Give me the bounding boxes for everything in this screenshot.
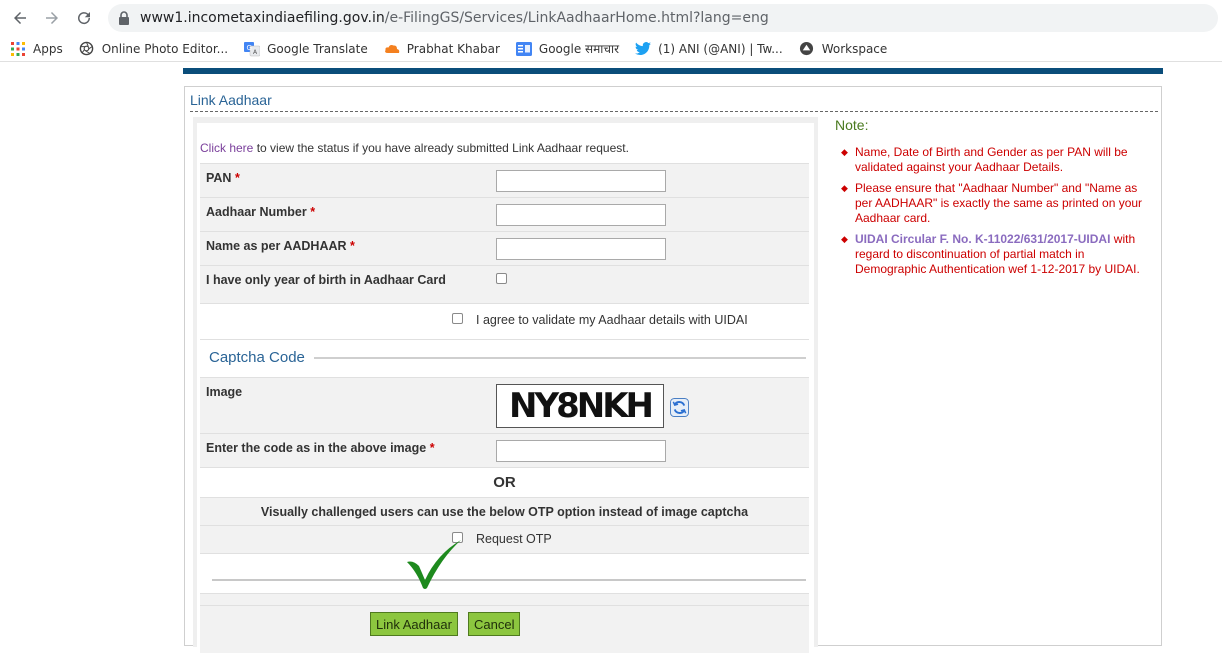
bookmark-apps[interactable]: Apps (10, 41, 63, 57)
button-row: Link Aadhaar Cancel (200, 605, 809, 653)
apps-grid-icon (10, 41, 26, 57)
required-mark: * (350, 239, 355, 253)
aadhaar-row: Aadhaar Number * (200, 197, 809, 231)
workspace-icon (799, 41, 815, 57)
captcha-image: NY8NKH (496, 384, 664, 428)
bookmark-google-translate[interactable]: GA Google Translate (244, 41, 368, 57)
required-mark: * (234, 171, 240, 185)
aadhaar-label: Aadhaar Number * (206, 205, 316, 219)
cancel-button[interactable]: Cancel (468, 612, 521, 636)
back-arrow-icon (14, 12, 26, 24)
spacer-row (200, 593, 809, 605)
bookmark-photo-editor[interactable]: Online Photo Editor... (79, 41, 228, 57)
reload-icon (78, 12, 91, 25)
captcha-code-input[interactable] (496, 440, 666, 462)
request-otp-label: Request OTP (476, 532, 552, 546)
note-list: ◆ Name, Date of Birth and Gender as per P… (837, 145, 1149, 283)
captcha-code-label: Enter the code as in the above image * (206, 441, 435, 455)
bookmark-label: (1) ANI (@ANI) | Tw... (658, 41, 783, 56)
note-title: Note: (835, 117, 869, 133)
pan-label: PAN * (206, 171, 240, 185)
yob-label: I have only year of birth in Aadhaar Car… (206, 273, 446, 287)
year-of-birth-row: I have only year of birth in Aadhaar Car… (200, 265, 809, 303)
form-divider (212, 579, 806, 581)
reload-button[interactable] (69, 3, 99, 33)
captcha-image-row: Image NY8NKH (200, 377, 809, 433)
name-label: Name as per AADHAAR * (206, 239, 355, 253)
cloud-icon (384, 41, 400, 57)
lock-icon (119, 11, 129, 25)
status-line: Click here to view the status if you hav… (200, 141, 629, 155)
news-icon (515, 41, 532, 57)
back-button[interactable] (5, 3, 35, 33)
form-body: Click here to view the status if you hav… (197, 123, 814, 653)
refresh-captcha-icon[interactable] (670, 398, 689, 417)
title-divider (190, 111, 1158, 112)
bookmarks-bar: Apps Online Photo Editor... GA Google Tr… (0, 36, 1222, 62)
required-mark: * (429, 441, 435, 455)
address-bar[interactable]: www1.incometaxindiaefiling.gov.in/e-Fili… (108, 4, 1218, 32)
aperture-icon (79, 41, 95, 57)
request-otp-row: Request OTP (200, 525, 809, 553)
name-as-per-aadhaar-input[interactable] (496, 238, 666, 260)
checkmark-icon (407, 540, 461, 589)
agree-checkbox[interactable] (452, 313, 463, 324)
aadhaar-number-input[interactable] (496, 204, 666, 226)
twitter-bird-icon (635, 41, 652, 57)
visually-challenged-text: Visually challenged users can use the be… (260, 505, 749, 519)
header-bar (183, 68, 1163, 74)
click-here-link[interactable]: Click here (200, 141, 253, 155)
pan-row: PAN * (200, 163, 809, 197)
pan-input[interactable] (496, 170, 666, 192)
or-row: OR (200, 467, 809, 497)
agree-row: I agree to validate my Aadhaar details w… (200, 303, 809, 339)
bookmark-ani-twitter[interactable]: (1) ANI (@ANI) | Tw... (635, 41, 783, 57)
bullet-icon: ◆ (841, 183, 848, 193)
otp-info-row: Visually challenged users can use the be… (200, 497, 809, 525)
svg-text:G: G (247, 44, 252, 52)
bookmark-workspace[interactable]: Workspace (799, 41, 888, 57)
bookmark-label: Prabhat Khabar (406, 41, 500, 56)
agree-label: I agree to validate my Aadhaar details w… (476, 313, 748, 327)
link-aadhaar-button[interactable]: Link Aadhaar (370, 612, 458, 636)
status-text: to view the status if you have already s… (253, 141, 629, 155)
captcha-title: Captcha Code (209, 349, 305, 366)
bookmark-label: Apps (33, 41, 63, 56)
note-item: ◆ Name, Date of Birth and Gender as per P… (841, 145, 1128, 174)
bookmark-prabhat-khabar[interactable]: Prabhat Khabar (384, 41, 500, 57)
translate-icon: GA (244, 41, 261, 57)
note-item: ◆ Please ensure that "Aadhaar Number" and… (841, 181, 1143, 225)
bullet-icon: ◆ (841, 147, 848, 157)
year-of-birth-checkbox[interactable] (496, 273, 507, 284)
url-path: /e-FilingGS/Services/LinkAadhaarHome.htm… (384, 10, 769, 26)
bookmark-label: Online Photo Editor... (101, 41, 229, 56)
uidai-circular-link[interactable]: UIDAI Circular F. No. K-11022/631/2017-U… (855, 232, 1110, 246)
url-host: www1.incometaxindiaefiling.gov.in (140, 10, 385, 26)
captcha-header-row: Captcha Code (200, 339, 809, 377)
form-container: Click here to view the status if you hav… (193, 117, 818, 653)
forward-button[interactable] (37, 3, 67, 33)
spacer-row (200, 553, 809, 593)
link-aadhaar-panel: Link Aadhaar Click here to view the stat… (184, 86, 1162, 653)
note-item: ◆ UIDAI Circular F. No. K-11022/631/2017-… (841, 232, 1140, 276)
required-mark: * (310, 205, 316, 219)
bullet-icon: ◆ (841, 234, 848, 244)
bookmark-label: Google Translate (267, 41, 368, 56)
or-separator: OR (493, 474, 516, 491)
name-row: Name as per AADHAAR * (200, 231, 809, 265)
captcha-code-row: Enter the code as in the above image * (200, 433, 809, 467)
page-title: Link Aadhaar (190, 92, 272, 108)
captcha-image-label: Image (206, 385, 243, 399)
bookmark-google-news[interactable]: Google समाचार (515, 40, 620, 57)
captcha-divider (314, 357, 806, 359)
bookmark-label: Google समाचार (538, 42, 620, 56)
browser-toolbar: www1.incometaxindiaefiling.gov.in/e-Fili… (0, 0, 1222, 36)
bookmark-label: Workspace (821, 41, 888, 56)
forward-arrow-icon (46, 12, 58, 24)
